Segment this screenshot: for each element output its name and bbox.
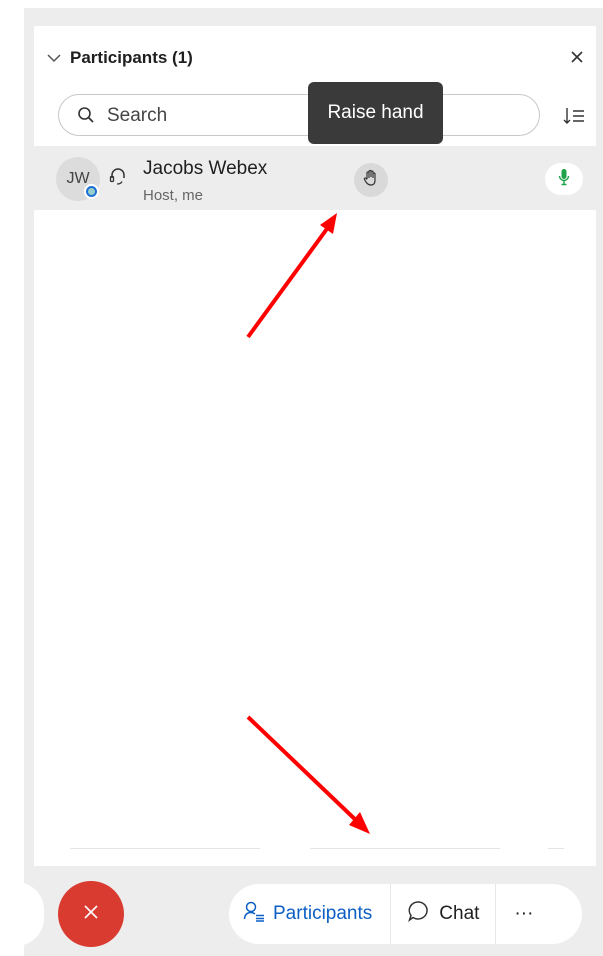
raise-hand-button[interactable] [354, 163, 388, 197]
hand-icon [363, 169, 379, 192]
list-divider [70, 848, 260, 849]
right-border [596, 8, 603, 876]
chat-bubble-icon [407, 899, 431, 929]
search-box[interactable] [58, 94, 540, 136]
chat-label: Chat [439, 903, 480, 924]
list-divider [548, 848, 564, 849]
close-icon [83, 904, 99, 925]
participant-name: Jacobs Webex [143, 158, 268, 179]
tooltip-text: Raise hand [327, 102, 424, 123]
leave-meeting-button[interactable] [58, 881, 124, 947]
mute-button[interactable] [545, 163, 583, 195]
search-input[interactable] [105, 103, 309, 129]
chevron-down-icon[interactable] [46, 50, 62, 66]
participants-label: Participants [273, 903, 373, 924]
left-border [24, 8, 34, 876]
panel-header[interactable]: Participants (1) [46, 44, 193, 72]
headset-icon [108, 166, 128, 186]
more-options-label: ··· [514, 903, 534, 924]
top-border [24, 8, 603, 26]
panel-title: Participants (1) [70, 48, 193, 67]
microphone-icon [558, 168, 570, 191]
panel-bottom-border [34, 866, 596, 876]
search-icon [77, 106, 95, 124]
participants-icon [243, 900, 265, 928]
participants-button[interactable]: Participants [229, 884, 390, 944]
raise-hand-tooltip: Raise hand [308, 82, 443, 144]
presence-status-icon [84, 184, 99, 199]
sort-icon[interactable] [562, 104, 586, 128]
chat-button[interactable]: Chat [390, 884, 497, 944]
close-icon[interactable] [566, 46, 588, 68]
participant-role: Host, me [143, 187, 204, 204]
more-options-button[interactable]: ··· [496, 884, 547, 944]
list-divider [310, 848, 500, 849]
meeting-controls: Participants Chat ··· [229, 884, 582, 944]
webex-participants-window: Participants (1) JW Jacobs Webex Host, m… [0, 0, 603, 956]
